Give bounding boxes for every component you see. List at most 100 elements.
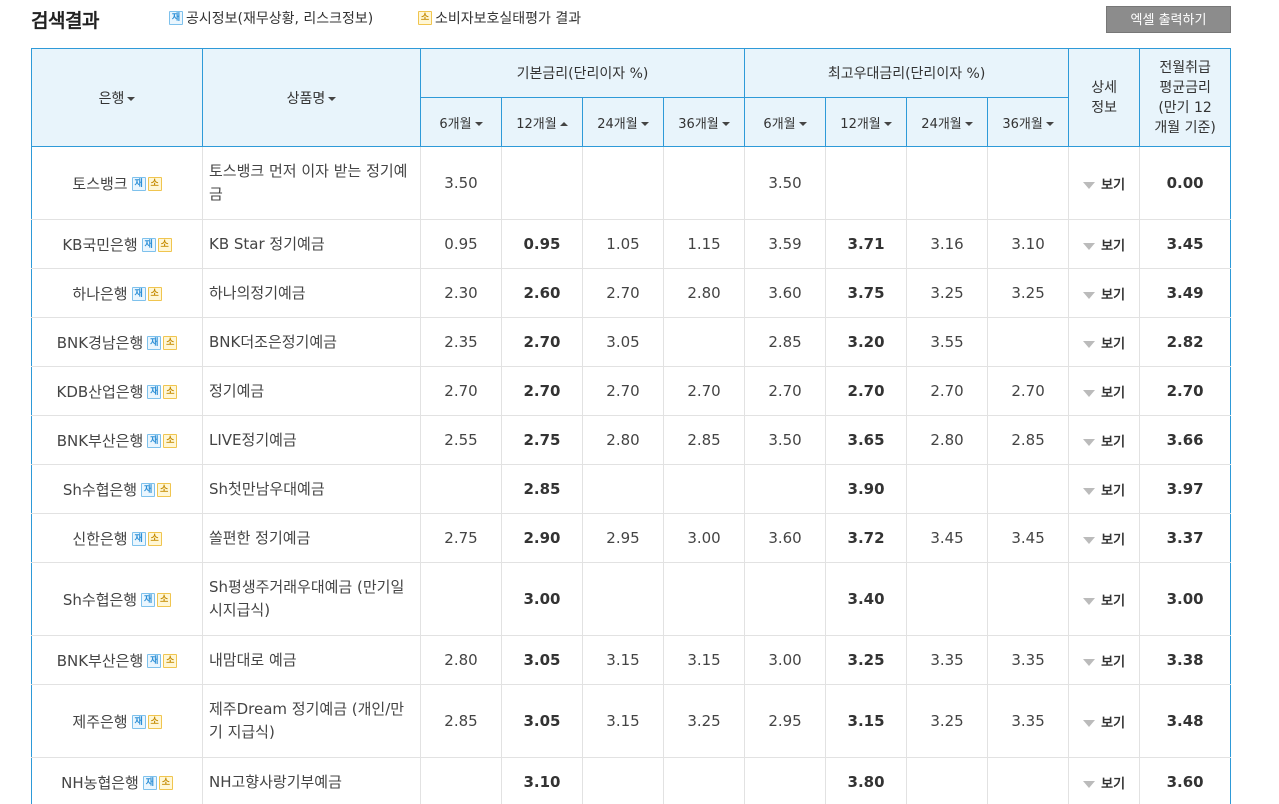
legend-disclosure: 재 공시정보(재무상황, 리스크정보) [169, 8, 373, 28]
bank-name: BNK부산은행 [56, 431, 144, 450]
bank-cell: Sh수협은행 재 소 [31, 562, 203, 636]
base-rate-cell: 2.80 [663, 268, 746, 318]
sort-up-icon [559, 122, 568, 126]
term-header-max-4[interactable]: 36개월 [987, 97, 1070, 147]
product-name: LIVE정기예금 [202, 415, 421, 465]
product-name: 제주Dream 정기예금 (개인/만기 지급식) [202, 684, 421, 758]
table-row: 토스뱅크 재 소 토스뱅크 먼저 이자 받는 정기예금 3.50 3.50 보기 0.00 [31, 146, 1232, 220]
base-rate-cell: 2.35 [420, 317, 502, 367]
disclosure-badge-icon[interactable]: 재 [141, 593, 156, 607]
consumer-badge-icon[interactable]: 소 [147, 715, 162, 729]
bank-cell: BNK부산은행 재 소 [31, 635, 203, 685]
detail-view-button[interactable]: 보기 [1068, 219, 1141, 269]
expand-triangle-icon [1083, 597, 1096, 605]
detail-view-label: 보기 [1101, 177, 1126, 193]
detail-view-button[interactable]: 보기 [1068, 513, 1141, 563]
term-header-base-1[interactable]: 6개월 [420, 97, 502, 147]
detail-view-button[interactable]: 보기 [1068, 317, 1141, 367]
detail-view-button[interactable]: 보기 [1068, 146, 1141, 220]
base-rate-cell [663, 562, 746, 636]
base-rate-cell: 2.75 [420, 513, 502, 563]
table-row: BNK부산은행 재 소 LIVE정기예금 2.55 2.75 2.80 2.85 3.50 3.6… [31, 415, 1232, 465]
max-rate-cell [906, 562, 989, 636]
term-header-max-2[interactable]: 12개월 [825, 97, 908, 147]
avg-rate-cell: 3.00 [1139, 562, 1232, 636]
base-rate-cell: 2.80 [582, 415, 664, 465]
max-rate-cell: 2.85 [744, 317, 827, 367]
base-rate-cell [582, 146, 664, 220]
max-rate-cell: 2.70 [906, 366, 989, 416]
term-header-max-1[interactable]: 6개월 [744, 97, 827, 147]
disclosure-badge-icon[interactable]: 재 [131, 287, 146, 301]
consumer-badge-icon[interactable]: 소 [158, 776, 173, 790]
consumer-badge-icon[interactable]: 소 [147, 532, 162, 546]
term-label: 6개월 [439, 116, 472, 132]
consumer-badge-icon[interactable]: 소 [163, 336, 178, 350]
max-rate-cell: 3.40 [825, 562, 908, 636]
detail-view-button[interactable]: 보기 [1068, 268, 1141, 318]
detail-view-button[interactable]: 보기 [1068, 464, 1141, 514]
disclosure-badge-icon[interactable]: 재 [131, 532, 146, 546]
base-rate-cell [501, 146, 583, 220]
detail-view-label: 보기 [1101, 776, 1126, 792]
disclosure-badge-icon[interactable]: 재 [147, 434, 162, 448]
sort-down-icon [883, 122, 892, 126]
term-header-base-2[interactable]: 12개월 [501, 97, 583, 147]
sort-down-icon [798, 122, 807, 126]
bank-name: KDB산업은행 [56, 382, 144, 401]
product-name: 쏠편한 정기예금 [202, 513, 421, 563]
detail-view-button[interactable]: 보기 [1068, 415, 1141, 465]
detail-view-button[interactable]: 보기 [1068, 684, 1141, 758]
base-rate-cell [663, 317, 746, 367]
sort-down-icon [721, 122, 730, 126]
detail-view-label: 보기 [1101, 238, 1126, 254]
disclosure-badge-icon[interactable]: 재 [141, 483, 156, 497]
detail-view-label: 보기 [1101, 483, 1126, 499]
consumer-badge-icon[interactable]: 소 [163, 654, 178, 668]
excel-export-button[interactable]: 엑셀 출력하기 [1106, 6, 1231, 33]
expand-triangle-icon [1083, 340, 1096, 348]
term-header-base-3[interactable]: 24개월 [582, 97, 664, 147]
term-header-max-3[interactable]: 24개월 [906, 97, 989, 147]
consumer-badge-icon[interactable]: 소 [157, 238, 172, 252]
base-rate-cell: 2.70 [582, 366, 664, 416]
disclosure-badge-icon[interactable]: 재 [147, 654, 162, 668]
detail-view-button[interactable]: 보기 [1068, 757, 1141, 804]
consumer-badge-icon[interactable]: 소 [163, 434, 178, 448]
col-bank-header[interactable]: 은행 [31, 48, 203, 147]
term-header-base-4[interactable]: 36개월 [662, 97, 746, 147]
disclosure-badge-icon[interactable]: 재 [131, 177, 146, 191]
disclosure-badge-icon[interactable]: 재 [147, 385, 162, 399]
consumer-badge-icon[interactable]: 소 [147, 287, 162, 301]
col-avg-header: 전월취급 평균금리 (만기 12 개월 기준) [1139, 48, 1232, 147]
detail-view-button[interactable]: 보기 [1068, 562, 1141, 636]
detail-view-label: 보기 [1101, 715, 1126, 731]
detail-view-button[interactable]: 보기 [1068, 366, 1141, 416]
consumer-badge-icon[interactable]: 소 [147, 177, 162, 191]
max-rate-cell: 3.72 [825, 513, 908, 563]
max-rate-cell: 3.25 [906, 684, 989, 758]
bank-name: BNK부산은행 [56, 651, 144, 670]
consumer-badge-icon[interactable]: 소 [163, 385, 178, 399]
base-rate-cell [663, 146, 746, 220]
consumer-badge-icon[interactable]: 소 [157, 593, 172, 607]
consumer-badge-icon[interactable]: 소 [157, 483, 172, 497]
avg-rate-cell: 3.45 [1139, 219, 1232, 269]
base-rate-cell: 2.85 [501, 464, 583, 514]
bank-cell: KDB산업은행 재 소 [31, 366, 203, 416]
disclosure-badge-icon[interactable]: 재 [147, 336, 162, 350]
max-rate-cell: 2.80 [906, 415, 989, 465]
disclosure-badge-icon[interactable]: 재 [131, 715, 146, 729]
detail-view-label: 보기 [1101, 654, 1126, 670]
table-row: KB국민은행 재 소 KB Star 정기예금 0.95 0.95 1.05 1.15 3.59… [31, 219, 1232, 269]
base-rate-cell: 3.05 [582, 317, 664, 367]
disclosure-badge-icon[interactable]: 재 [142, 776, 157, 790]
max-rate-cell: 3.55 [906, 317, 989, 367]
bank-name: 하나은행 [72, 284, 128, 303]
detail-view-button[interactable]: 보기 [1068, 635, 1141, 685]
col-product-header[interactable]: 상품명 [202, 48, 421, 147]
max-rate-cell: 3.65 [825, 415, 908, 465]
base-rate-cell: 3.15 [582, 684, 664, 758]
disclosure-badge-icon[interactable]: 재 [141, 238, 156, 252]
table-row: 하나은행 재 소 하나의정기예금 2.30 2.60 2.70 2.80 3.60 3.75 3.2… [31, 268, 1232, 318]
